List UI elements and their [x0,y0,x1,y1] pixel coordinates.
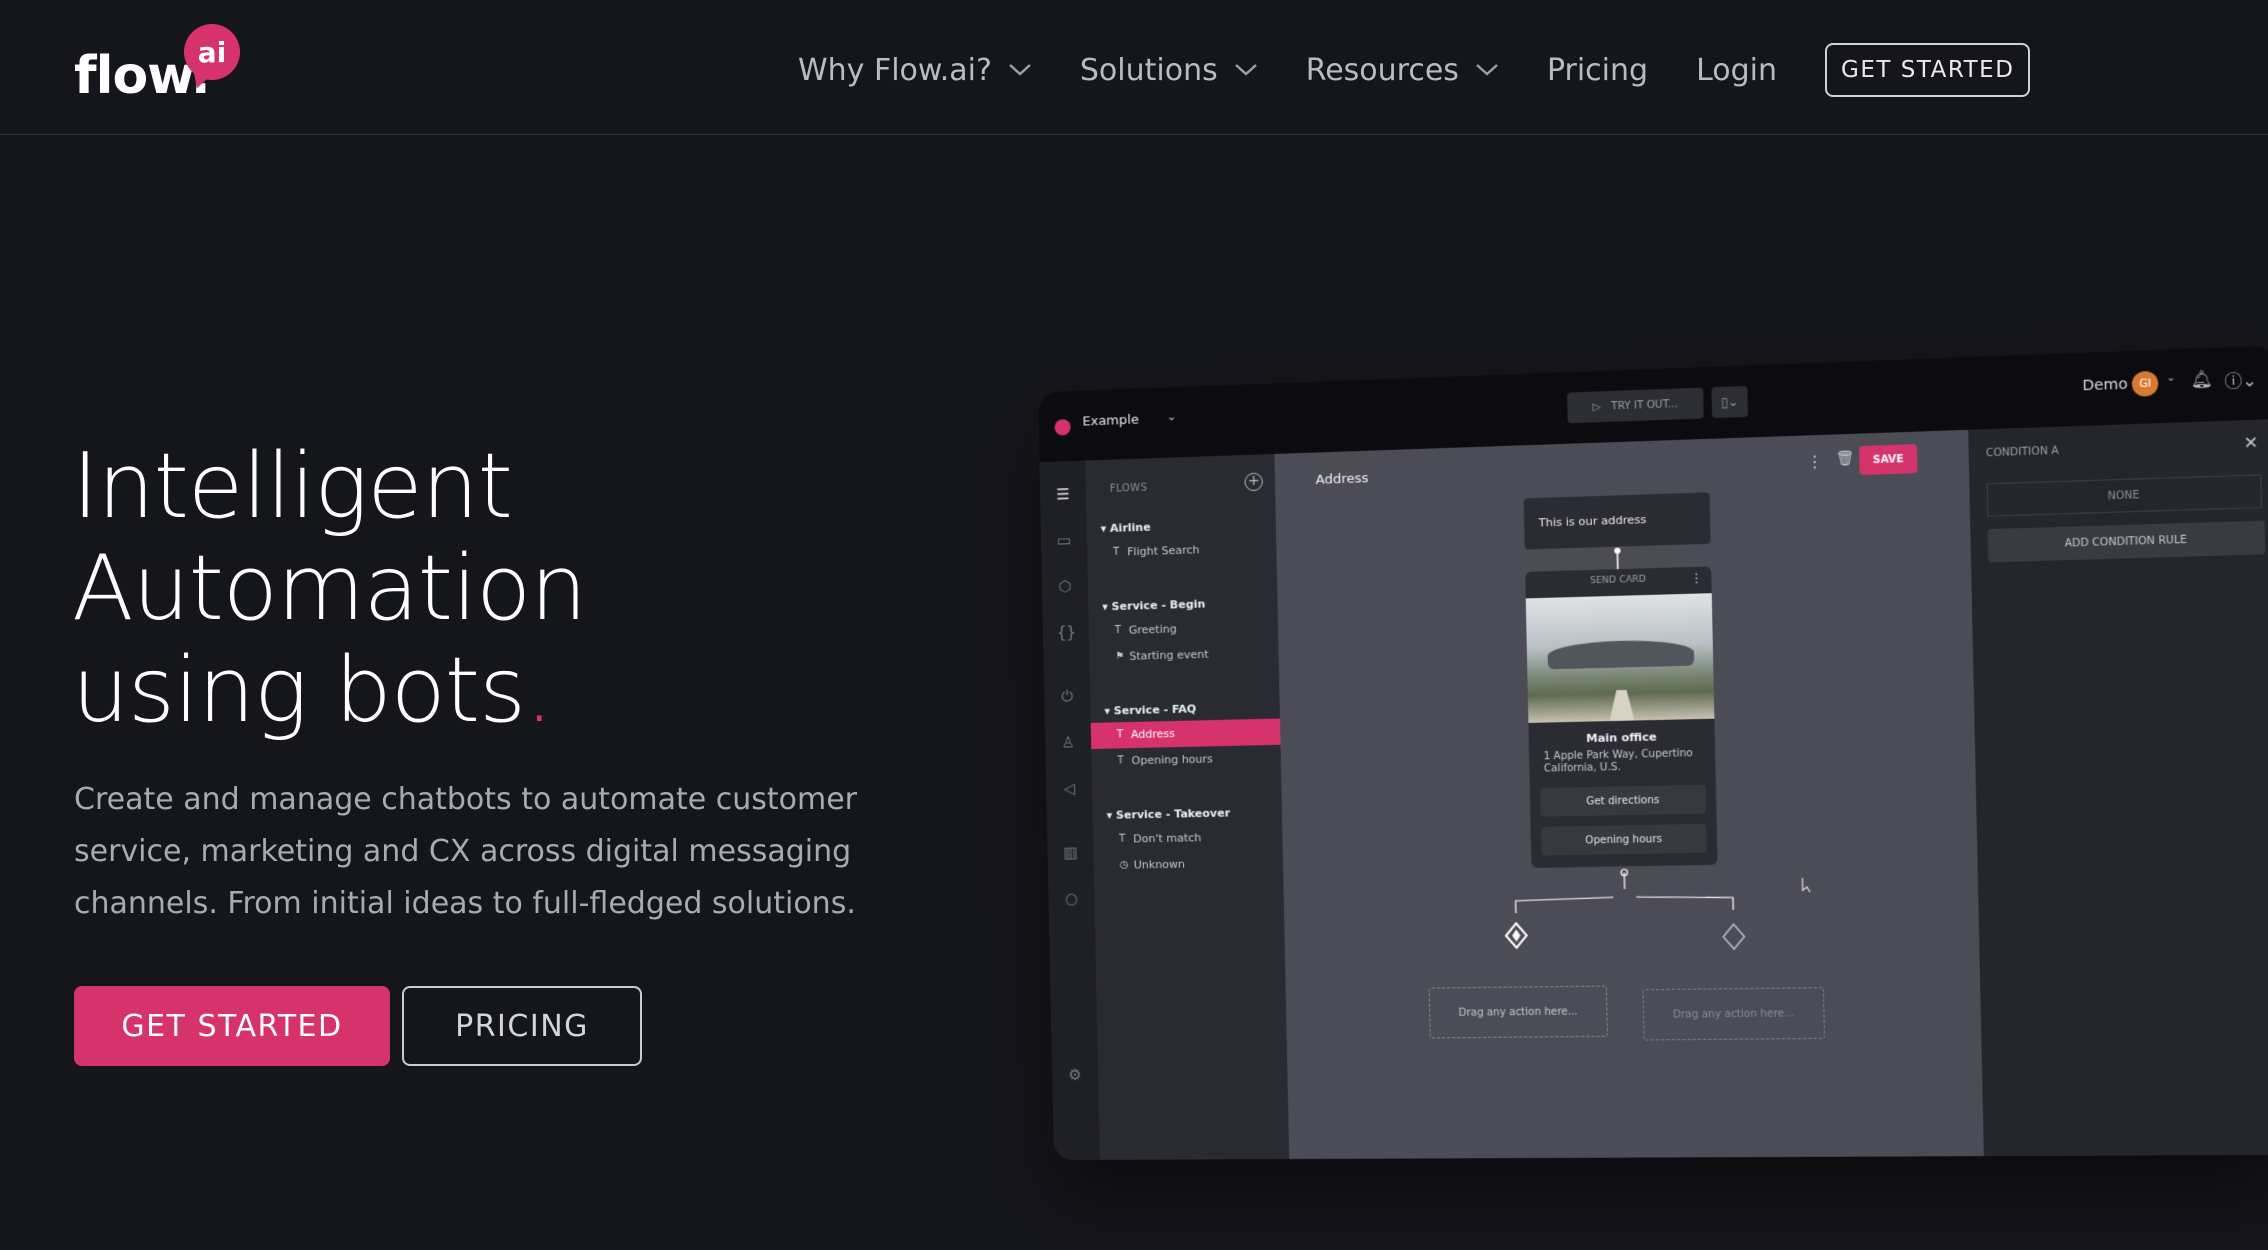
inbox-icon[interactable]: ▭ [1055,531,1073,550]
device-select-icon[interactable]: ▯⌄ [1711,385,1749,419]
hero-title-line3: using bots [72,638,526,743]
flows-panel: FLOWS + ▾ Airline T Flight Search ▾ Servi… [1085,453,1290,1160]
flow-group-airline[interactable]: ▾ Airline [1101,521,1151,536]
hero-title-dot: . [524,638,554,743]
pricing-button[interactable]: PRICING [402,986,642,1066]
project-name[interactable]: Example [1082,413,1139,430]
card-image [1525,593,1715,723]
opening-hours-button[interactable]: Opening hours [1540,823,1707,856]
nav-resources-label: Resources [1305,52,1459,88]
chevron-down-icon: ⌄ [1166,409,1177,424]
flows-title: FLOWS [1109,482,1148,495]
chevron-down-icon [1009,64,1031,76]
more-icon[interactable]: ⋮ [1690,571,1703,586]
flow-group-service-takeover[interactable]: ▾ Service - Takeover [1107,806,1231,821]
avatar[interactable]: GI [2131,370,2159,397]
code-icon[interactable]: {} [1057,623,1076,642]
text-icon: T [1117,755,1124,767]
nav-why-flowai[interactable]: Why Flow.ai? [798,53,1032,88]
top-nav: flow. ai Why Flow.ai? Solutions Resource… [0,0,2268,135]
flows-icon[interactable]: ☰ [1054,485,1072,504]
flow-group-service-begin[interactable]: ▾ Service - Begin [1102,597,1205,613]
flow-builder-window: Example ⌄ ▷ TRY IT OUT... ▯⌄ Demo GI ⌄ 🔔︎… [1038,345,2268,1161]
plug-icon[interactable]: ⏻ [1058,687,1076,705]
card-type-label: SEND CARD [1589,574,1647,587]
flow-item[interactable]: ◷ Unknown [1093,850,1283,879]
flow-item-label: Starting event [1129,647,1209,663]
drop-zone-right[interactable]: Drag any action here... [1642,987,1826,1041]
chevron-down-icon [1234,64,1257,76]
flow-item-label: Unknown [1133,857,1186,872]
send-card-node[interactable]: SEND CARD ⋮ Main office 1 Apple Park Way… [1525,566,1718,868]
flow-canvas[interactable]: Address ⋮ 🗑︎ SAVE This is our address SE [1274,429,1984,1160]
flow-item-label: Flight Search [1127,543,1200,559]
condition-title: CONDITION A [1985,445,2059,460]
play-icon: ▷ [1592,401,1601,413]
chevron-down-icon [1476,64,1498,76]
nav-pricing[interactable]: Pricing [1547,53,1648,88]
nav-solutions-label: Solutions [1079,52,1218,88]
get-directions-button[interactable]: Get directions [1540,784,1706,817]
flow-item[interactable]: ⚑ Starting event [1089,640,1279,671]
app-screenshot: Example ⌄ ▷ TRY IT OUT... ▯⌄ Demo GI ⌄ 🔔︎… [1038,345,2268,1161]
flow-ai-logo[interactable]: flow. ai [74,22,254,112]
nav-resources[interactable]: Resources [1306,53,1499,88]
card-address: 1 Apple Park Way, Cupertino California, … [1543,747,1693,775]
hero-subtitle: Create and manage chatbots to automate c… [74,782,858,921]
nav-login[interactable]: Login [1696,53,1777,88]
flow-item[interactable]: T Opening hours [1091,745,1281,775]
get-started-button[interactable]: GET STARTED [74,986,390,1066]
nav-links: Why Flow.ai? Solutions Resources Pricing… [798,43,2031,97]
hero-title-line1: Intelligent [72,434,513,539]
flow-group-label: Service - FAQ [1113,702,1197,718]
users-icon[interactable]: ♙ [1059,733,1077,751]
logo-ai-bubble: ai [184,24,240,80]
text-icon: T [1119,833,1126,845]
flag-icon: ⚑ [1115,650,1125,663]
chart-icon[interactable]: ▥ [1061,843,1079,861]
help-icon[interactable]: ⓘ⌄ [2224,366,2257,392]
close-icon[interactable]: ✕ [2243,432,2258,452]
drop-zone-left[interactable]: Drag any action here... [1428,985,1608,1039]
condition-value[interactable]: NONE [1986,474,2263,517]
chevron-down-icon: ⌄ [2166,372,2176,385]
flow-item-label: Greeting [1128,622,1177,637]
hero-title: Intelligent Automation using bots. [72,436,972,742]
flow-group-label: Airline [1109,520,1151,535]
bell-icon[interactable]: 🔔︎ [2190,369,2213,390]
nav-why-flowai-label: Why Flow.ai? [798,52,992,88]
user-name[interactable]: Demo [2082,376,2128,394]
flow-group-service-faq[interactable]: ▾ Service - FAQ [1104,702,1196,717]
nav-solutions[interactable]: Solutions [1080,53,1258,88]
flow-item-label: Address [1130,727,1176,742]
project-logo-icon [1054,419,1071,436]
condition-panel: CONDITION A ✕ NONE ADD CONDITION RULE [1970,419,2268,1157]
text-icon: T [1113,546,1120,558]
flow-group-label: Service - Takeover [1115,806,1231,822]
flow-item[interactable]: T Flight Search [1087,535,1277,567]
try-it-out-button[interactable]: ▷ TRY IT OUT... [1567,387,1704,424]
try-it-out-label: TRY IT OUT... [1611,398,1678,413]
add-condition-rule-button[interactable]: ADD CONDITION RULE [1987,520,2266,563]
add-flow-icon[interactable]: + [1244,472,1263,492]
text-icon: T [1116,729,1124,741]
flow-item-label: Don't match [1133,831,1202,846]
gear-icon[interactable]: ⚙ [1066,1066,1084,1084]
cube-icon[interactable]: ⬡ [1056,577,1074,596]
megaphone-icon[interactable]: ◁ [1060,779,1078,797]
flow-item[interactable]: T Don't match [1093,824,1283,854]
card-title: Main office [1585,730,1657,746]
nav-get-started-button[interactable]: GET STARTED [1825,43,2031,97]
hero-title-line2: Automation [72,536,587,641]
chat-icon[interactable]: ○ [1062,889,1080,908]
flow-item-label: Opening hours [1131,752,1213,768]
flow-group-label: Service - Begin [1111,597,1206,614]
clock-icon: ◷ [1119,859,1129,871]
text-icon: T [1114,624,1122,637]
